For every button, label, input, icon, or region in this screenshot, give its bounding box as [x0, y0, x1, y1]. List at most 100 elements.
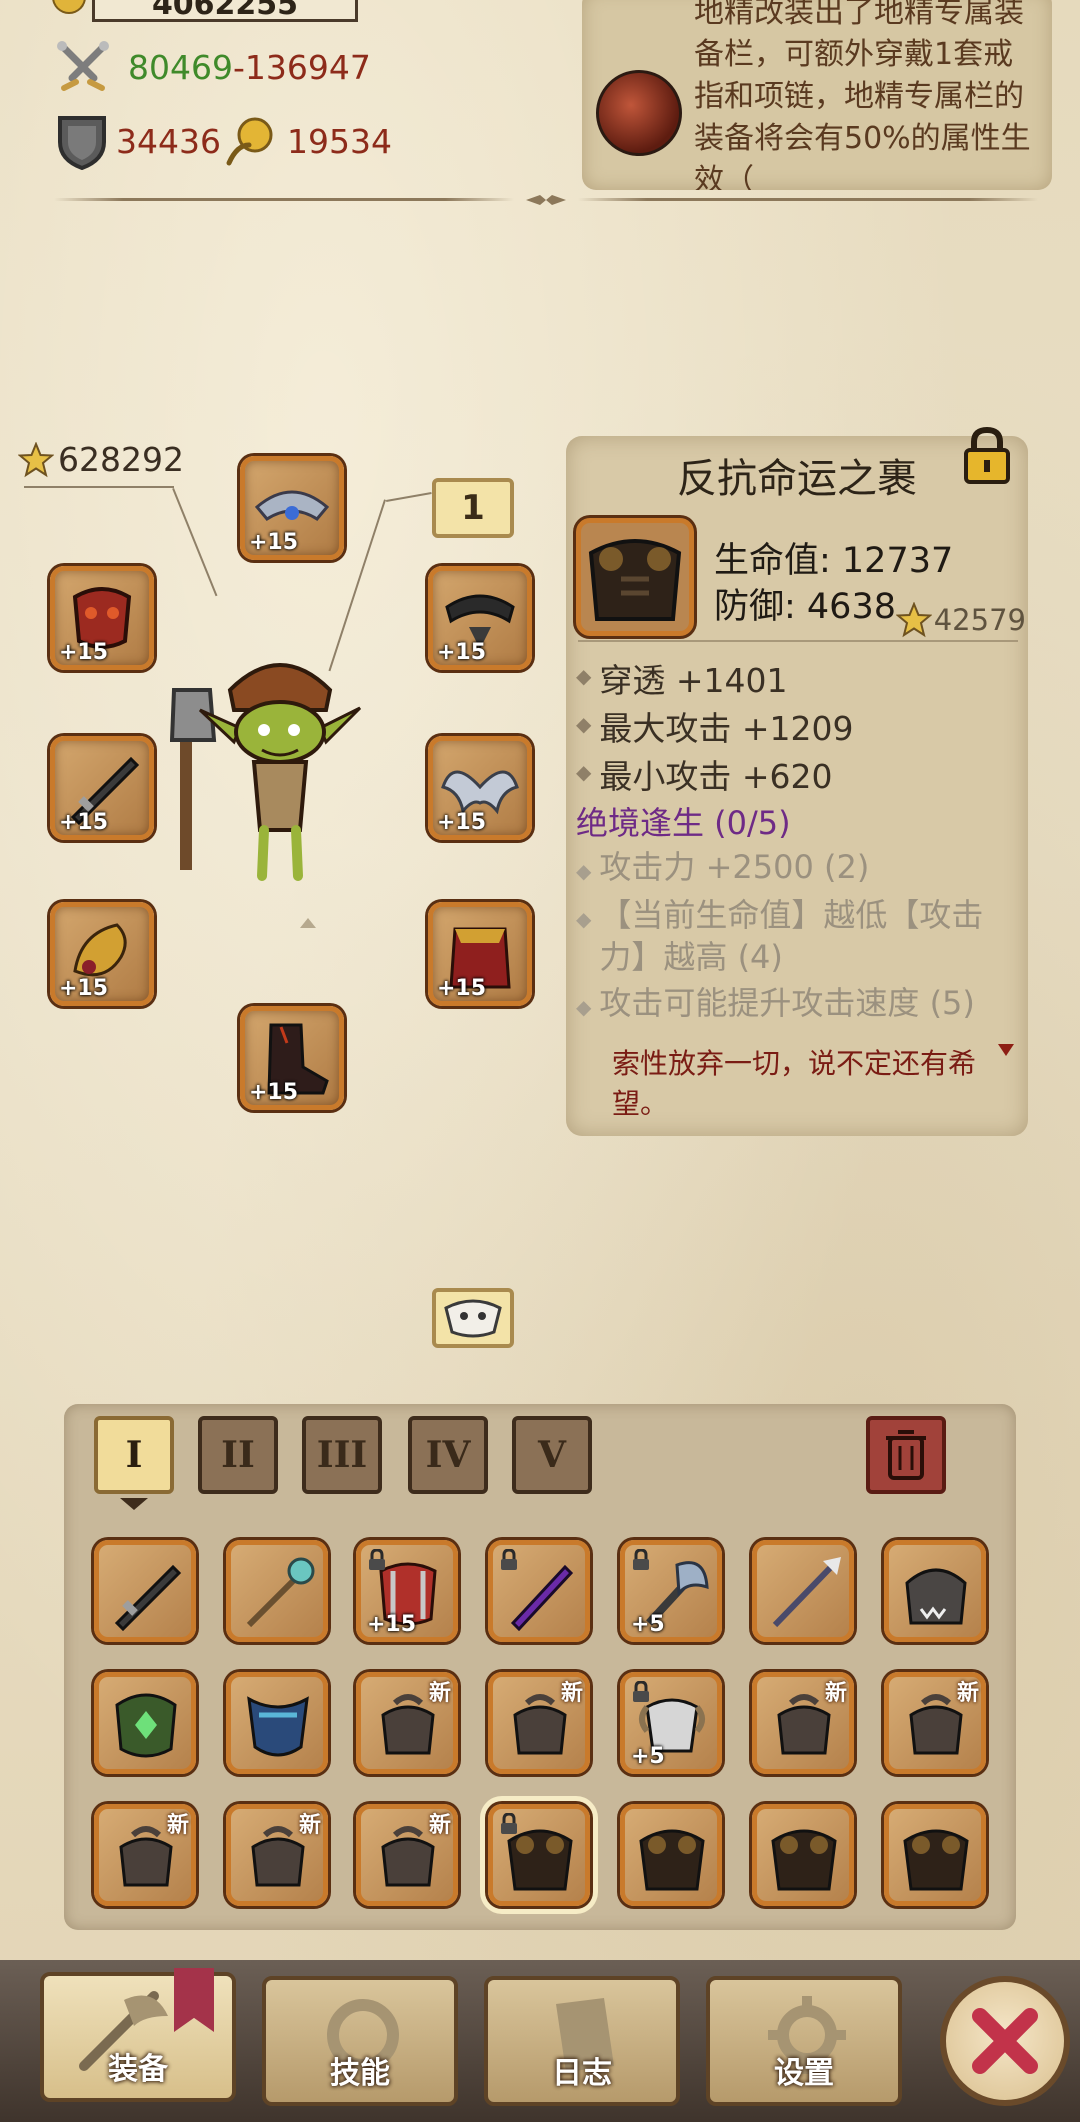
tab-page-3[interactable]: III — [302, 1416, 382, 1494]
gold-bag-icon — [226, 117, 273, 166]
lock-icon[interactable] — [960, 426, 1014, 486]
item-title: 反抗命运之裹 — [677, 456, 917, 502]
lock-icon — [501, 1549, 517, 1570]
item-icon — [576, 518, 694, 636]
attr-row: ◆ 最大攻击 +1209 — [576, 702, 854, 750]
cape-slot[interactable]: +15 — [428, 902, 532, 1006]
new-badge: 新 — [298, 1813, 321, 1838]
nav-label: 技能 — [330, 2056, 390, 2091]
item-hp: 生命值: 12737 — [714, 541, 954, 581]
inventory-item-blue-crest[interactable] — [226, 1672, 328, 1774]
crossed-swords-icon — [57, 41, 109, 91]
nav-tab-log[interactable]: 日志 — [484, 1976, 680, 2106]
set-attr-row: ◆ 攻击可能提升攻击速度 (5) — [576, 982, 1016, 1028]
inventory-item-beast-helm[interactable] — [884, 1540, 986, 1642]
pet-toggle-button[interactable] — [432, 1288, 514, 1348]
set-title: 绝境逢生 (0/5) — [576, 804, 791, 842]
dark-armor-icon — [903, 1829, 969, 1891]
dark-armor-icon — [771, 1829, 837, 1891]
inventory-item-mystery[interactable]: 新 — [94, 1804, 196, 1906]
divider-right — [578, 198, 1038, 201]
new-badge: 新 — [166, 1813, 189, 1838]
attr-row: ◆ 穿透 +1401 — [576, 654, 788, 702]
slot-plus-label: +15 — [59, 810, 109, 835]
lock-icon — [369, 1549, 385, 1570]
trash-icon — [886, 1430, 926, 1480]
lock-icon — [633, 1549, 649, 1570]
set-attr-text: 【当前生命值】越低【攻击力】越高 (4) — [599, 896, 984, 976]
weapon-slot[interactable]: +15 — [50, 736, 154, 840]
lock-icon — [501, 1813, 517, 1834]
wings-slot[interactable]: +15 — [428, 736, 532, 840]
star-icon — [18, 441, 54, 477]
armor-slot[interactable]: +15 — [50, 566, 154, 670]
inventory-item-staff[interactable] — [226, 1540, 328, 1642]
inventory-item-green-mask[interactable] — [94, 1672, 196, 1774]
gloves-slot[interactable]: +15 — [50, 902, 154, 1006]
attr-row: ◆ 最小攻击 +620 — [576, 750, 833, 798]
inventory-item-dark-armor[interactable] — [620, 1804, 722, 1906]
new-badge: 新 — [956, 1681, 979, 1706]
item-flavor-text: 索性放弃一切，说不定还有希望。 — [612, 1047, 977, 1120]
attr-text: 最小攻击 +620 — [599, 757, 833, 796]
item-score-value: 42579 — [933, 603, 1026, 637]
slot-plus-label: +15 — [249, 530, 299, 555]
inventory-item-mystery[interactable]: 新 — [884, 1672, 986, 1774]
level-badge[interactable]: 1 — [432, 478, 514, 538]
helmet-slot[interactable]: +15 — [240, 456, 344, 560]
inventory-item-dark-armor[interactable] — [884, 1804, 986, 1906]
item-score: 42579 — [895, 602, 1026, 638]
equipment-score: 628292 — [18, 440, 184, 479]
item-detail-panel: 反抗命运之裹 生命值: 12737 防御: 4638 42579 ◆ 穿透 +14… — [566, 426, 1028, 1136]
inventory-item-ram-helm[interactable]: +5 — [620, 1672, 722, 1774]
connector-line — [172, 488, 218, 597]
inventory-item-mystery[interactable]: 新 — [752, 1672, 854, 1774]
slot-plus-label: +15 — [59, 640, 109, 665]
set-attr-row: ◆ 【当前生命值】越低【攻击力】越高 (4) — [576, 894, 1016, 978]
tab-page-4[interactable]: IV — [408, 1416, 488, 1494]
new-badge: 新 — [824, 1681, 847, 1706]
new-badge: 新 — [560, 1681, 583, 1706]
spear-icon — [772, 1557, 841, 1628]
inventory-item-spear[interactable] — [752, 1540, 854, 1642]
inventory-item-mystery[interactable]: 新 — [488, 1672, 590, 1774]
set-attr-row: ◆ 攻击力 +2500 (2) — [576, 846, 1016, 892]
attr-text: 穿透 +1401 — [599, 661, 788, 700]
inventory-item-armor-red[interactable]: +15 — [356, 1540, 458, 1642]
tab-page-5[interactable]: V — [512, 1416, 592, 1494]
score-underline — [24, 486, 174, 488]
tab-page-2[interactable]: II — [198, 1416, 278, 1494]
power-value: 4062255 — [92, 0, 358, 22]
up-arrow-icon — [300, 918, 316, 928]
close-icon — [972, 2008, 1038, 2074]
trash-button[interactable] — [866, 1416, 946, 1494]
slot-plus-label: +15 — [437, 640, 487, 665]
info-card-text: 地精改装出了地精专属装备栏，可额外穿戴1套戒指和项链，地精专属栏的装备将会有50… — [694, 0, 1031, 190]
inventory-item-axe[interactable]: +5 — [620, 1540, 722, 1642]
nav-tab-settings[interactable]: 设置 — [706, 1976, 902, 2106]
inventory-item-dark-armor[interactable] — [488, 1804, 590, 1906]
inventory-item-sword[interactable] — [94, 1540, 196, 1642]
beast-skull-icon — [444, 1299, 502, 1338]
close-button[interactable] — [940, 1976, 1070, 2106]
nav-tab-skills[interactable]: 技能 — [262, 1976, 458, 2106]
inventory-item-mystery[interactable]: 新 — [356, 1672, 458, 1774]
necklace-slot[interactable]: +15 — [428, 566, 532, 670]
inventory-item-purple-sword[interactable] — [488, 1540, 590, 1642]
shield-icon — [58, 116, 106, 170]
gold-value: 19534 — [286, 121, 392, 161]
nav-tab-equipment[interactable]: 装备 — [40, 1968, 236, 2102]
inventory-item-dark-armor[interactable] — [752, 1804, 854, 1906]
expand-arrow-icon[interactable] — [998, 1044, 1014, 1056]
boots-slot[interactable]: +15 — [240, 1006, 344, 1110]
inventory-item-mystery[interactable]: 新 — [356, 1804, 458, 1906]
blue-crest-icon — [247, 1696, 309, 1757]
item-defense: 防御: 4638 — [714, 587, 896, 627]
nav-label: 设置 — [774, 2056, 834, 2091]
attack-stat: 80469-136947 — [54, 38, 371, 96]
item-plus-label: +15 — [367, 1612, 417, 1637]
divider-left — [54, 198, 514, 201]
inventory-item-mystery[interactable]: 新 — [226, 1804, 328, 1906]
tab-page-1[interactable]: I — [94, 1416, 174, 1494]
set-attr-text: 攻击力 +2500 (2) — [599, 848, 870, 886]
